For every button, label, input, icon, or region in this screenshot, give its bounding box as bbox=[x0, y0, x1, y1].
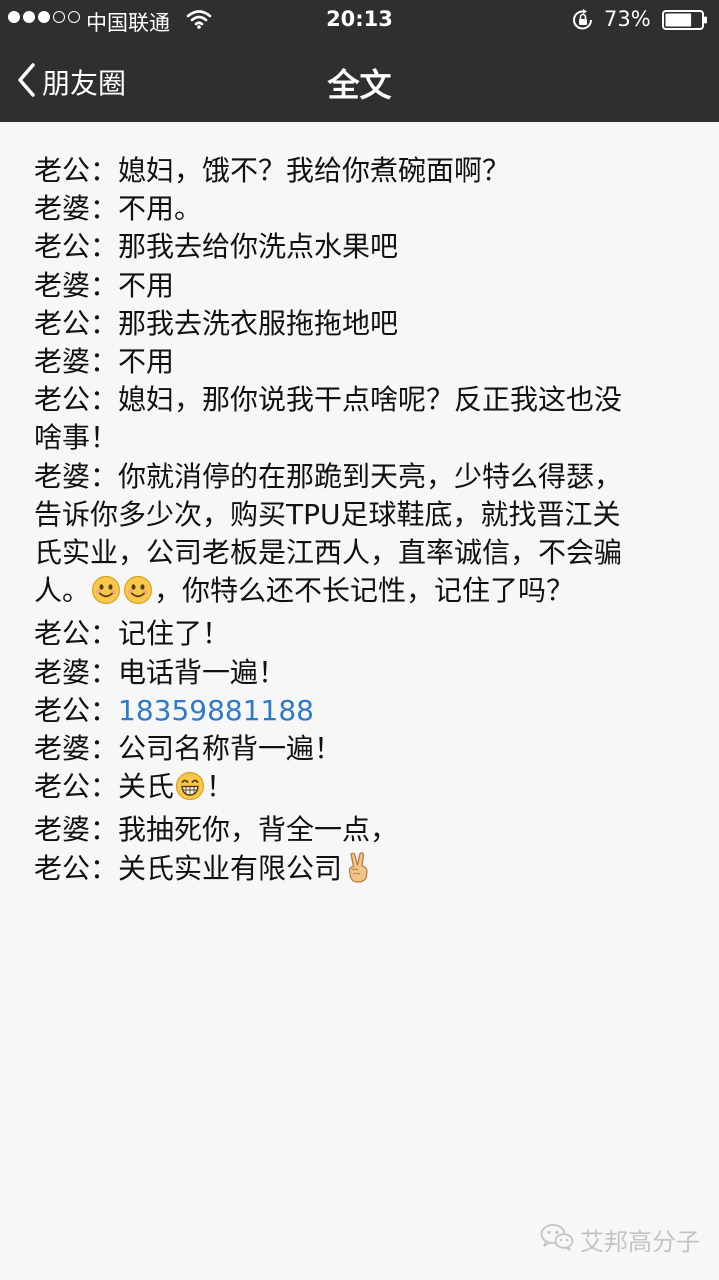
victory-hand-emoji bbox=[343, 851, 373, 893]
article-body: 老公：媳妇，饿不？我给你煮碗面啊？ 老婆：不用。 老公：那我去给你洗点水果吧 老… bbox=[34, 152, 694, 893]
text-segment: ，你特么还不长记性，记住了吗？ bbox=[154, 574, 575, 608]
smile-emoji bbox=[123, 575, 153, 615]
wechat-icon bbox=[540, 1223, 580, 1257]
text-segment: 老公：关氏 bbox=[34, 770, 175, 804]
text-line: 老公：关氏 ！ bbox=[34, 768, 694, 811]
battery-percentage: 73% bbox=[604, 7, 651, 31]
page-title: 全文 bbox=[327, 66, 392, 104]
text-line: 老公：那我去给你洗点水果吧 bbox=[34, 230, 399, 264]
top-bar: 中国联通 20:13 73% 朋友圈 全文 bbox=[0, 0, 719, 122]
text-line: 老婆：不用 bbox=[34, 268, 175, 302]
nav-bar: 朋友圈 全文 bbox=[0, 40, 719, 122]
text-line: 老公：关氏实业有限公司 bbox=[34, 850, 694, 893]
text-segment: ！ bbox=[206, 770, 235, 804]
rotation-lock-icon bbox=[571, 9, 595, 36]
text-line: 老婆：电话背一遍！ bbox=[34, 655, 287, 689]
text-line: 老公：媳妇，那你说我干点啥呢？反正我这也没 bbox=[34, 383, 623, 417]
text-line: 告诉你多少次，购买TPU足球鞋底，就找晋江关 bbox=[34, 497, 621, 531]
text-segment: 老公：关氏实业有限公司 bbox=[34, 851, 343, 885]
watermark-text: 艾邦高分子 bbox=[580, 1228, 700, 1256]
text-line: 老公：18359881188 bbox=[34, 692, 694, 730]
text-line: 老婆：不用 bbox=[34, 345, 175, 379]
text-line: 氏实业，公司老板是江西人，直率诚信，不会骗 bbox=[34, 536, 623, 570]
watermark: 艾邦高分子 bbox=[540, 1222, 700, 1257]
status-bar: 中国联通 20:13 73% bbox=[0, 0, 719, 40]
text-line: 老婆：不用。 bbox=[34, 192, 203, 226]
text-line: 老公：记住了！ bbox=[34, 617, 231, 651]
phone-number-link[interactable]: 18359881188 bbox=[118, 694, 314, 727]
text-line: 老公：那我去洗衣服拖拖地吧 bbox=[34, 306, 399, 340]
text-line: 老婆：你就消停的在那跪到天亮，少特么得瑟， bbox=[34, 459, 623, 493]
text-segment: 人。 bbox=[34, 574, 91, 608]
text-line: 老婆：公司名称背一遍！ bbox=[34, 732, 343, 766]
battery-icon bbox=[662, 10, 708, 35]
text-line: 老公：媳妇，饿不？我给你煮碗面啊？ bbox=[34, 154, 511, 187]
grin-emoji bbox=[175, 771, 205, 811]
text-segment: 老公： bbox=[34, 693, 119, 727]
text-line: 啥事！ bbox=[34, 421, 119, 455]
smile-emoji bbox=[91, 575, 121, 615]
text-line: 人。 ，你特么还不长记性，记住了吗？ bbox=[34, 572, 694, 615]
text-line: 老婆：我抽死你，背全一点， bbox=[34, 813, 399, 847]
